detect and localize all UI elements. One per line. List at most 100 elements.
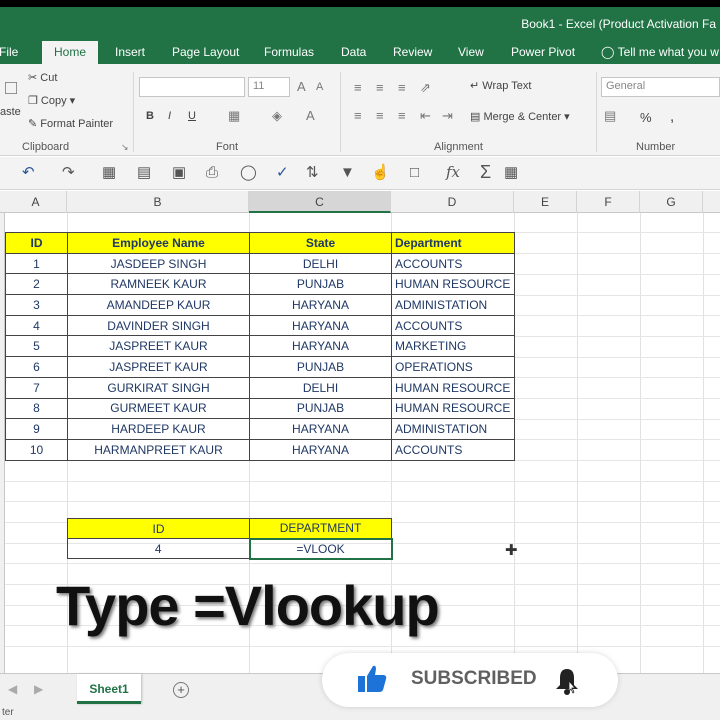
- align-top-icon[interactable]: ≡: [354, 81, 362, 94]
- touch-mode-icon[interactable]: ☝: [371, 165, 390, 180]
- bold-button[interactable]: B: [146, 110, 154, 122]
- cell-name[interactable]: JASDEEP SINGH: [67, 252, 250, 275]
- spelling-icon[interactable]: ✓: [276, 165, 289, 180]
- cell-name[interactable]: JASPREET KAUR: [67, 335, 250, 358]
- preview-icon[interactable]: ◯: [240, 165, 257, 180]
- cell-name[interactable]: HARMANPREET KAUR: [67, 438, 250, 461]
- fill-color-icon[interactable]: ◈: [272, 109, 282, 122]
- tab-review[interactable]: Review: [393, 45, 432, 59]
- cell-department[interactable]: OPERATIONS: [391, 356, 515, 378]
- font-color-icon[interactable]: A: [306, 109, 315, 122]
- cell-department[interactable]: ADMINISTATION: [391, 294, 515, 316]
- cell-id[interactable]: 8: [5, 397, 68, 420]
- shrink-font-icon[interactable]: A: [316, 82, 323, 93]
- cut-button[interactable]: ✂ Cut: [28, 71, 57, 84]
- cell-id[interactable]: 4: [5, 314, 68, 337]
- redo-icon[interactable]: ↷: [62, 165, 75, 180]
- cell-state[interactable]: HARYANA: [249, 294, 392, 316]
- format-painter-button[interactable]: ✎ Format Painter: [28, 117, 113, 130]
- cell-name[interactable]: GURMEET KAUR: [67, 397, 250, 420]
- cell-name[interactable]: HARDEEP KAUR: [67, 418, 250, 440]
- print-preview-icon[interactable]: ▤: [137, 165, 151, 180]
- column-header-e[interactable]: E: [514, 191, 577, 213]
- paste-button[interactable]: aste: [0, 106, 21, 118]
- cell-department[interactable]: HUMAN RESOURCE: [391, 397, 515, 420]
- dialog-launcher-icon[interactable]: ↘: [121, 143, 129, 152]
- increase-indent-icon[interactable]: ⇥: [442, 109, 453, 122]
- cell-id[interactable]: 5: [5, 335, 68, 358]
- number-format-box[interactable]: General: [601, 77, 720, 97]
- scroll-right-icon[interactable]: ▶: [34, 682, 43, 696]
- header-employee-name[interactable]: Employee Name: [67, 232, 250, 254]
- currency-icon[interactable]: ▤: [604, 109, 616, 122]
- cell-id[interactable]: 9: [5, 418, 68, 440]
- decrease-indent-icon[interactable]: ⇤: [420, 109, 431, 122]
- subscribed-badge[interactable]: SUBSCRIBED: [322, 653, 618, 707]
- cell-name[interactable]: RAMNEEK KAUR: [67, 273, 250, 296]
- tab-formulas[interactable]: Formulas: [264, 45, 314, 59]
- cell-state[interactable]: PUNJAB: [249, 356, 392, 378]
- merge-center-button[interactable]: ▤ Merge & Center ▾: [470, 110, 570, 123]
- save-icon[interactable]: ▣: [172, 165, 186, 180]
- cell-id[interactable]: 2: [5, 273, 68, 296]
- lookup-id-cell[interactable]: 4: [67, 538, 250, 559]
- cell-state[interactable]: PUNJAB: [249, 273, 392, 296]
- cell-name[interactable]: DAVINDER SINGH: [67, 314, 250, 337]
- tab-insert[interactable]: Insert: [115, 45, 145, 59]
- wrap-text-button[interactable]: ↵ Wrap Text: [470, 79, 531, 92]
- underline-button[interactable]: U: [188, 110, 196, 122]
- table-icon[interactable]: ▦: [102, 165, 116, 180]
- cell-state[interactable]: HARYANA: [249, 335, 392, 358]
- align-middle-icon[interactable]: ≡: [376, 81, 384, 94]
- align-left-icon[interactable]: ≡: [354, 109, 362, 122]
- cell-id[interactable]: 10: [5, 438, 68, 461]
- column-header-g[interactable]: G: [640, 191, 703, 213]
- cell-department[interactable]: HUMAN RESOURCE: [391, 273, 515, 296]
- cell-state[interactable]: PUNJAB: [249, 397, 392, 420]
- column-header-d[interactable]: D: [391, 191, 514, 213]
- tell-me-search[interactable]: ◯ Tell me what you w: [601, 45, 719, 59]
- cell-state[interactable]: DELHI: [249, 376, 392, 399]
- cell-department[interactable]: ACCOUNTS: [391, 252, 515, 275]
- sheet-tab-sheet1[interactable]: Sheet1: [77, 674, 141, 704]
- cell-department[interactable]: ADMINISTATION: [391, 418, 515, 440]
- cell-state[interactable]: DELHI: [249, 252, 392, 275]
- autosum-icon[interactable]: Σ: [480, 163, 491, 181]
- column-header-b[interactable]: B: [67, 191, 249, 213]
- tab-power-pivot[interactable]: Power Pivot: [511, 45, 575, 59]
- column-header-c[interactable]: C: [249, 191, 391, 213]
- cell-name[interactable]: GURKIRAT SINGH: [67, 376, 250, 399]
- scroll-left-icon[interactable]: ◀: [8, 682, 17, 696]
- undo-icon[interactable]: ↶: [22, 165, 35, 180]
- orientation-icon[interactable]: ⇗: [420, 81, 431, 94]
- cell-department[interactable]: MARKETING: [391, 335, 515, 358]
- header-state[interactable]: State: [249, 232, 392, 254]
- align-center-icon[interactable]: ≡: [376, 109, 384, 122]
- grow-font-icon[interactable]: A: [297, 80, 306, 93]
- new-file-icon[interactable]: □: [410, 165, 419, 180]
- italic-button[interactable]: I: [168, 110, 171, 122]
- cell-department[interactable]: HUMAN RESOURCE: [391, 376, 515, 399]
- print-icon[interactable]: ⎙: [206, 165, 218, 180]
- borders-icon[interactable]: ▦: [228, 109, 240, 122]
- align-bottom-icon[interactable]: ≡: [398, 81, 406, 94]
- header-id[interactable]: ID: [5, 232, 68, 254]
- cell-id[interactable]: 7: [5, 376, 68, 399]
- cell-department[interactable]: ACCOUNTS: [391, 314, 515, 337]
- lookup-header-id[interactable]: ID: [67, 518, 250, 539]
- comma-button[interactable]: ,: [670, 108, 674, 125]
- column-header-f[interactable]: F: [577, 191, 640, 213]
- header-department[interactable]: Department: [391, 232, 515, 254]
- cell-id[interactable]: 1: [5, 252, 68, 275]
- tab-home[interactable]: Home: [42, 41, 99, 64]
- sort-icon[interactable]: ⇅: [306, 165, 319, 180]
- cell-id[interactable]: 6: [5, 356, 68, 378]
- more-icon[interactable]: ▦: [504, 165, 518, 180]
- cell-department[interactable]: ACCOUNTS: [391, 438, 515, 461]
- add-sheet-icon[interactable]: +: [173, 682, 189, 698]
- cell-id[interactable]: 3: [5, 294, 68, 316]
- function-icon[interactable]: fx: [446, 165, 460, 180]
- cell-state[interactable]: HARYANA: [249, 314, 392, 337]
- font-name-box[interactable]: [139, 77, 245, 97]
- tab-file[interactable]: File: [0, 45, 18, 59]
